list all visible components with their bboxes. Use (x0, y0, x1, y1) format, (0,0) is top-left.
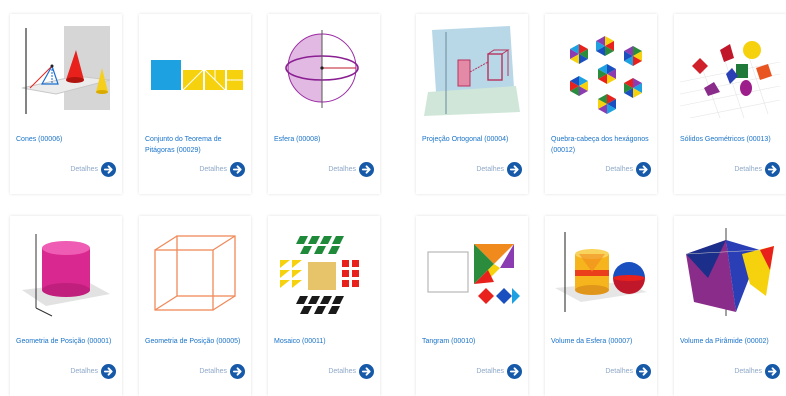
activity-card[interactable]: Volume da Pirâmide (00002) Detalhes (674, 216, 786, 396)
activity-card[interactable]: Geometria de Posição (00005) Detalhes (139, 216, 251, 396)
card-title[interactable]: Tangram (00010) (422, 336, 524, 347)
details-label: Detalhes (70, 166, 98, 173)
details-label: Detalhes (476, 166, 504, 173)
card-title[interactable]: Projeção Ortogonal (00004) (422, 134, 524, 145)
wireframe-cube-icon[interactable] (145, 224, 245, 320)
card-title[interactable]: Volume da Esfera (00007) (551, 336, 653, 347)
activity-card[interactable]: Geometria de Posição (00001) Detalhes (10, 216, 122, 396)
activity-card[interactable]: Volume da Esfera (00007) Detalhes (545, 216, 657, 396)
arrow-right-icon (101, 162, 116, 177)
activity-card[interactable]: Conjunto do Teorema de Pitágoras (00029)… (139, 14, 251, 194)
card-title[interactable]: Geometria de Posição (00005) (145, 336, 247, 347)
arrow-right-icon (230, 364, 245, 379)
tangram-icon[interactable] (422, 224, 522, 320)
details-label: Detalhes (476, 368, 504, 375)
arrow-right-icon (359, 364, 374, 379)
activity-card[interactable]: Quebra-cabeça dos hexágonos (00012) Deta… (545, 14, 657, 194)
arrow-right-icon (230, 162, 245, 177)
arrow-right-icon (636, 364, 651, 379)
card-title[interactable]: Esfera (00008) (274, 134, 376, 145)
arrow-right-icon (507, 162, 522, 177)
cones-icon[interactable] (16, 22, 116, 118)
card-title[interactable]: Mosaico (00011) (274, 336, 376, 347)
activity-card[interactable]: Esfera (00008) Detalhes (268, 14, 380, 194)
activity-card[interactable]: Projeção Ortogonal (00004) Detalhes (416, 14, 528, 194)
activity-card[interactable]: Tangram (00010) Detalhes (416, 216, 528, 396)
pyramid-volume-icon[interactable] (680, 224, 780, 320)
arrow-right-icon (636, 162, 651, 177)
card-title[interactable]: Volume da Pirâmide (00002) (680, 336, 782, 347)
details-button[interactable]: Detalhes (70, 364, 116, 379)
card-title[interactable]: Conjunto do Teorema de Pitágoras (00029) (145, 134, 247, 156)
details-label: Detalhes (605, 368, 633, 375)
details-button[interactable]: Detalhes (605, 162, 651, 177)
geometric-solids-icon[interactable] (680, 22, 780, 118)
card-title[interactable]: Geometria de Posição (00001) (16, 336, 118, 347)
details-label: Detalhes (70, 368, 98, 375)
pythagorean-theorem-icon[interactable] (145, 22, 245, 118)
details-button[interactable]: Detalhes (734, 162, 780, 177)
activity-card[interactable]: Cones (00006) Detalhes (10, 14, 122, 194)
details-button[interactable]: Detalhes (328, 364, 374, 379)
card-title[interactable]: Sólidos Geométricos (00013) (680, 134, 782, 145)
details-button[interactable]: Detalhes (476, 162, 522, 177)
details-button[interactable]: Detalhes (199, 162, 245, 177)
card-title[interactable]: Quebra-cabeça dos hexágonos (00012) (551, 134, 653, 156)
cylinder-icon[interactable] (16, 224, 116, 320)
hexagon-puzzle-icon[interactable] (551, 22, 651, 118)
sphere-icon[interactable] (274, 22, 374, 118)
details-label: Detalhes (328, 368, 356, 375)
arrow-right-icon (765, 162, 780, 177)
details-label: Detalhes (199, 368, 227, 375)
details-button[interactable]: Detalhes (476, 364, 522, 379)
card-title[interactable]: Cones (00006) (16, 134, 118, 145)
mosaic-icon[interactable] (274, 224, 374, 320)
activity-card[interactable]: Sólidos Geométricos (00013) Detalhes (674, 14, 786, 194)
details-label: Detalhes (734, 166, 762, 173)
details-button[interactable]: Detalhes (605, 364, 651, 379)
details-label: Detalhes (605, 166, 633, 173)
details-label: Detalhes (734, 368, 762, 375)
details-button[interactable]: Detalhes (70, 162, 116, 177)
details-button[interactable]: Detalhes (199, 364, 245, 379)
arrow-right-icon (359, 162, 374, 177)
orthogonal-projection-icon[interactable] (422, 22, 522, 118)
arrow-right-icon (507, 364, 522, 379)
arrow-right-icon (101, 364, 116, 379)
arrow-right-icon (765, 364, 780, 379)
details-button[interactable]: Detalhes (734, 364, 780, 379)
sphere-volume-icon[interactable] (551, 224, 651, 320)
activity-card[interactable]: Mosaico (00011) Detalhes (268, 216, 380, 396)
details-button[interactable]: Detalhes (328, 162, 374, 177)
details-label: Detalhes (328, 166, 356, 173)
details-label: Detalhes (199, 166, 227, 173)
